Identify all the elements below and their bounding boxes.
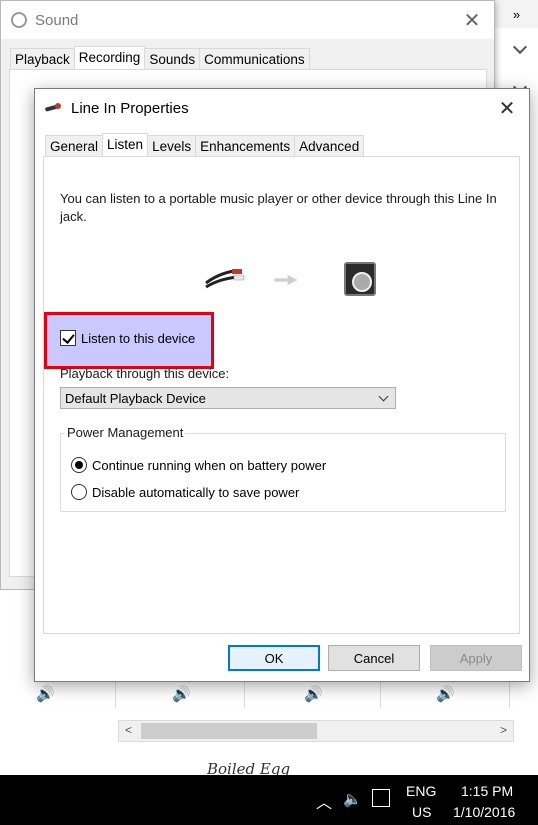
clock-time[interactable]: 1:15 PM <box>461 783 513 799</box>
listen-checkbox[interactable] <box>60 330 76 346</box>
sound-icon <box>11 12 27 28</box>
playback-device-value: Default Playback Device <box>65 390 206 406</box>
speaker-icon <box>344 262 376 296</box>
close-icon[interactable]: ✕ <box>485 96 529 121</box>
chevron-down-icon[interactable] <box>512 39 528 55</box>
arrow-icon <box>274 275 298 285</box>
language-region[interactable]: US <box>412 804 431 820</box>
power-management-title: Power Management <box>65 425 186 440</box>
tab-recording[interactable]: Recording <box>73 46 146 70</box>
volume-icon[interactable]: 🔊 <box>172 685 191 703</box>
language-indicator[interactable]: ENG <box>406 783 436 799</box>
show-hidden-icons-chevron-icon[interactable]: ︿ <box>316 789 332 813</box>
apply-button[interactable]: Apply <box>430 645 522 671</box>
tab-listen[interactable]: Listen <box>102 133 149 157</box>
scroll-thumb[interactable] <box>141 723 317 739</box>
line-in-icon <box>45 103 63 113</box>
close-icon[interactable]: ✕ <box>450 8 494 33</box>
radio-button[interactable] <box>71 484 87 500</box>
scroll-left-icon[interactable]: < <box>125 723 132 737</box>
radio-label[interactable]: Disable automatically to save power <box>92 485 299 500</box>
notification-icon[interactable] <box>372 789 390 807</box>
power-management-group: Power Management Continue running when o… <box>60 425 506 512</box>
volume-icon[interactable]: 🔊 <box>304 685 323 703</box>
volume-icon[interactable]: 🔊 <box>436 685 455 703</box>
listen-checkbox-label[interactable]: Listen to this device <box>81 331 195 346</box>
taskbar: ︿ 🔈 ENG US 1:15 PM 1/10/2016 <box>0 775 538 825</box>
volume-icon[interactable]: 🔊 <box>36 685 55 703</box>
horizontal-scrollbar[interactable]: < > <box>118 720 514 742</box>
line-in-properties-dialog: Line In Properties ✕ General Listen Leve… <box>34 88 530 682</box>
radio-label[interactable]: Continue running when on battery power <box>92 458 326 473</box>
jack-icon <box>205 269 245 289</box>
listen-checkbox-row[interactable]: Listen to this device <box>60 330 195 346</box>
clock-date[interactable]: 1/10/2016 <box>453 804 515 820</box>
playback-label: Playback through this device: <box>60 366 230 381</box>
radio-button[interactable] <box>71 457 87 473</box>
cancel-button[interactable]: Cancel <box>328 645 420 671</box>
chevron-down-icon <box>378 391 389 401</box>
dialog-titlebar: Line In Properties ✕ <box>35 89 529 127</box>
radio-continue-running[interactable]: Continue running when on battery power <box>71 457 326 473</box>
sound-titlebar: Sound ✕ <box>1 1 494 39</box>
volume-icon[interactable]: 🔈 <box>343 790 362 808</box>
listen-description: You can listen to a portable music playe… <box>60 191 497 224</box>
ok-button[interactable]: OK <box>228 645 320 671</box>
dialog-title: Line In Properties <box>71 99 189 117</box>
radio-disable-automatically[interactable]: Disable automatically to save power <box>71 484 299 500</box>
expand-chevron-icon[interactable]: » <box>495 0 538 28</box>
sound-window-title: Sound <box>35 11 79 29</box>
playback-device-select[interactable]: Default Playback Device <box>60 387 396 409</box>
listen-panel: You can listen to a portable music playe… <box>43 156 520 634</box>
scroll-right-icon[interactable]: > <box>500 723 507 737</box>
